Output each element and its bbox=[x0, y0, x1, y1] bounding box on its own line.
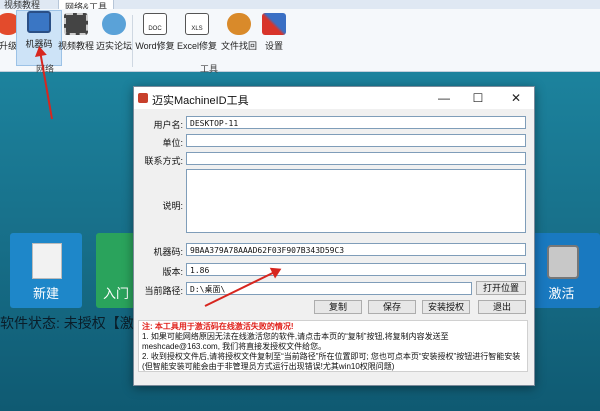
license-status: 软件状态: 未授权【激活 bbox=[0, 315, 148, 331]
ribbon-toolbar: 升级 机器码 视频教程 迈实论坛 网络 DOC Word修复 XLS Excel… bbox=[0, 9, 600, 74]
contact-label: 联系方式: bbox=[144, 156, 183, 166]
tools-icon bbox=[262, 13, 286, 35]
machine-code-field[interactable]: 9BAA379A78AAAD62F03F907B343D59C3 bbox=[186, 243, 526, 256]
dialog-titlebar: 迈实MachineID工具 — ☐ ✕ bbox=[134, 87, 534, 109]
version-label: 版本: bbox=[162, 267, 183, 277]
description-label: 说明: bbox=[162, 201, 183, 211]
group-label-tools: 工具 bbox=[200, 64, 219, 74]
current-path-label: 当前路径: bbox=[144, 286, 183, 296]
dialog-body: 用户名: DESKTOP-11 单位: 联系方式: 说明: 机器码: 9BAA3… bbox=[134, 109, 534, 385]
maximize-button[interactable]: ☐ bbox=[468, 90, 488, 106]
copy-button[interactable]: 复制 bbox=[314, 300, 362, 314]
xls-file-icon: XLS bbox=[185, 13, 209, 35]
forum-button[interactable]: 迈实论坛 bbox=[92, 13, 136, 52]
exit-button[interactable]: 退出 bbox=[478, 300, 526, 314]
excel-repair-button[interactable]: XLS Excel修复 bbox=[174, 13, 220, 52]
excel-repair-label: Excel修复 bbox=[176, 41, 217, 51]
upgrade-label: 升级 bbox=[0, 41, 17, 51]
contact-field[interactable] bbox=[186, 152, 526, 165]
username-field[interactable]: DESKTOP-11 bbox=[186, 116, 526, 129]
forum-icon bbox=[102, 13, 126, 35]
film-icon bbox=[64, 13, 88, 35]
settings-label: 设置 bbox=[264, 41, 283, 51]
description-textarea[interactable] bbox=[186, 169, 526, 233]
install-license-button[interactable]: 安装授权 bbox=[422, 300, 470, 314]
username-label: 用户名: bbox=[153, 120, 183, 130]
notes-line-1: 1. 如果可能网络原因无法在线激活您的软件,请点击本页的“复制”按钮,将复制内容… bbox=[142, 332, 449, 351]
word-repair-button[interactable]: DOC Word修复 bbox=[132, 13, 178, 52]
machineid-dialog: 迈实MachineID工具 — ☐ ✕ 用户名: DESKTOP-11 单位: … bbox=[133, 86, 535, 386]
getting-started-tile[interactable]: 入门 bbox=[96, 233, 136, 308]
getting-started-label: 入门 bbox=[102, 286, 129, 301]
app-icon bbox=[138, 93, 148, 103]
close-button[interactable]: ✕ bbox=[506, 90, 526, 106]
dialog-title: 迈实MachineID工具 bbox=[152, 95, 249, 107]
minimize-button[interactable]: — bbox=[434, 90, 454, 106]
lock-icon bbox=[547, 245, 579, 279]
new-tile[interactable]: 新建 bbox=[10, 233, 82, 308]
video-tutorial-label: 视频教程 bbox=[57, 41, 94, 51]
settings-button[interactable]: 设置 bbox=[252, 13, 296, 52]
forum-label: 迈实论坛 bbox=[95, 41, 132, 51]
doc-file-icon: DOC bbox=[143, 13, 167, 35]
save-button[interactable]: 保存 bbox=[368, 300, 416, 314]
word-repair-label: Word修复 bbox=[135, 41, 175, 51]
company-label: 单位: bbox=[162, 138, 183, 148]
company-field[interactable] bbox=[186, 134, 526, 147]
notes-panel: 注: 本工具用于激活码在线激活失败的情况! 1. 如果可能网络原因无法在线激活您… bbox=[138, 320, 528, 372]
recovery-icon bbox=[227, 13, 251, 35]
new-document-icon bbox=[32, 243, 62, 279]
version-field[interactable]: 1.86 bbox=[186, 263, 526, 276]
open-location-button[interactable]: 打开位置 bbox=[476, 281, 526, 295]
notes-line-2: 2. 收到授权文件后,请将授权文件复制至“当前路径”所在位置即可; 您也可点本页… bbox=[142, 352, 521, 371]
notes-warning: 注: 本工具用于激活码在线激活失败的情况! bbox=[142, 322, 294, 331]
machine-code-field-label: 机器码: bbox=[153, 247, 183, 257]
new-tile-label: 新建 bbox=[32, 286, 59, 301]
monitor-icon bbox=[27, 11, 51, 33]
